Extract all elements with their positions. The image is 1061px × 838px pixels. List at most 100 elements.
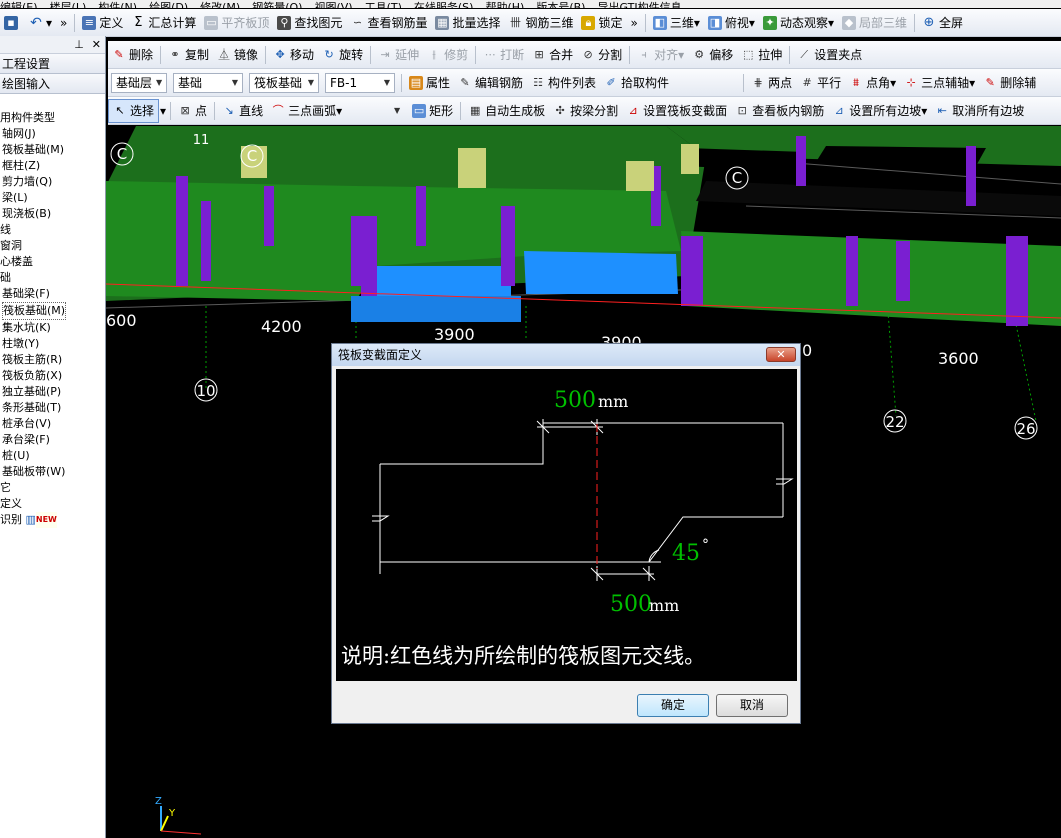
define-button[interactable]: ≡ 定义 <box>78 11 127 35</box>
menu-item[interactable]: 版本号(B) <box>536 2 585 8</box>
tree-item[interactable]: 基础梁(F) <box>0 286 105 302</box>
tree-item[interactable]: 条形基础(T) <box>0 400 105 416</box>
type-select[interactable]: 筏板基础 ▼ <box>249 72 319 93</box>
rotate-button[interactable]: ↻ 旋转 <box>318 43 367 67</box>
delete-button[interactable]: ✎ 删除 <box>108 43 157 67</box>
lock-button[interactable]: 🔒︎ 锁定 <box>577 11 626 35</box>
tree-item[interactable]: 桩(U) <box>0 448 105 464</box>
cancel-all-slope-button[interactable]: ⇤ 取消所有边坡 <box>931 99 1028 123</box>
tree-item[interactable]: 桩承台(V) <box>0 416 105 432</box>
arc-mode-select[interactable]: ▼ <box>349 101 405 121</box>
dynamic-view-button[interactable]: ✦ 动态观察 ▾ <box>759 11 838 35</box>
auto-gen-button[interactable]: ▦ 自动生成板 <box>464 99 549 123</box>
menu-item[interactable]: 构件(N) <box>98 2 137 8</box>
tree-item[interactable]: 定义 <box>0 496 105 512</box>
layer-select[interactable]: 基础层 ▼ <box>111 72 167 93</box>
tree-item[interactable]: 框柱(Z) <box>0 158 105 174</box>
delete-aux-button[interactable]: ✎ 删除辅 <box>979 71 1040 95</box>
tree-item[interactable]: 线 <box>0 222 105 238</box>
menu-item[interactable]: 修改(M) <box>200 2 240 8</box>
move-button[interactable]: ✥ 移动 <box>269 43 318 67</box>
tree-item[interactable]: 筏板基础(M) <box>0 142 105 158</box>
tree-item[interactable]: 用构件类型 <box>0 110 105 126</box>
trim-button[interactable]: ⫲ 修剪 <box>423 43 472 67</box>
cancel-button[interactable]: 取消 <box>716 694 788 717</box>
top-view-button[interactable]: ◨ 俯视 ▾ <box>704 11 759 35</box>
pick-comp-button[interactable]: ✐ 拾取构件 <box>600 71 673 95</box>
select-dropdown[interactable]: ▾ <box>159 99 167 123</box>
undo-icon[interactable]: ↶ ▾ <box>25 11 56 35</box>
tab-draw-input[interactable]: 绘图输入 <box>0 74 105 94</box>
point-angle-button[interactable]: ⩩ 点角 ▾ <box>845 71 900 95</box>
stretch-button[interactable]: ⬚ 拉伸 <box>737 43 786 67</box>
tree-item[interactable]: 集水坑(K) <box>0 320 105 336</box>
menu-item[interactable]: 视图(V) <box>314 2 352 8</box>
menu-item[interactable]: 导出GTJ构件信息 <box>597 2 681 8</box>
rebar-3d-button[interactable]: 卌钢筋三维 <box>504 11 577 35</box>
menu-item[interactable]: 钢筋量(Q) <box>252 2 302 8</box>
offset-button[interactable]: ⚙ 偏移 <box>688 43 737 67</box>
tree-item[interactable]: 础 <box>0 270 105 286</box>
merge-button[interactable]: ⊞ 合并 <box>528 43 577 67</box>
attributes-button[interactable]: ▤ 属性 <box>405 71 454 95</box>
break-button[interactable]: ⋯ 打断 <box>479 43 528 67</box>
close-icon[interactable]: ✕ <box>92 38 101 51</box>
menu-item[interactable]: 编辑(E) <box>0 2 38 8</box>
point-button[interactable]: ⊠ 点 <box>174 99 211 123</box>
pin-icon[interactable]: ⊥ <box>74 38 84 51</box>
sum-calc-button[interactable]: Σ 汇总计算 <box>127 11 200 35</box>
tree-item[interactable]: 筏板负筋(X) <box>0 368 105 384</box>
three-d-button[interactable]: ◧ 三维 ▾ <box>649 11 704 35</box>
fullscreen-button[interactable]: ⊕ 全屏 <box>918 11 967 35</box>
more-icon-2[interactable]: » <box>627 11 642 35</box>
arc3-button[interactable]: ⌒ 三点画弧 ▾ <box>267 99 346 123</box>
set-grip-button[interactable]: ⟋ 设置夹点 <box>793 43 866 67</box>
align-button[interactable]: ⫞ 对齐 ▾ <box>633 43 688 67</box>
parallel-button[interactable]: # 平行 <box>796 71 845 95</box>
element-select[interactable]: FB-1 ▼ <box>325 72 395 93</box>
tree-item[interactable]: 识别 ▥NEW <box>0 512 105 528</box>
menu-item[interactable]: 绘图(D) <box>149 2 188 8</box>
line-button[interactable]: ↘ 直线 <box>218 99 267 123</box>
extend-button[interactable]: ⇥ 延伸 <box>374 43 423 67</box>
category-select[interactable]: 基础 ▼ <box>173 72 243 93</box>
tree-item[interactable]: 心楼盖 <box>0 254 105 270</box>
tree-item[interactable]: 轴网(J) <box>0 126 105 142</box>
menu-item[interactable]: 在线服务(S) <box>414 2 474 8</box>
tree-item[interactable]: 柱墩(Y) <box>0 336 105 352</box>
three-point-aux-button[interactable]: ⊹ 三点辅轴 ▾ <box>900 71 979 95</box>
save-icon[interactable]: ▪ <box>0 11 25 35</box>
tree-item[interactable]: 筏板基础(M) <box>0 302 105 320</box>
find-elem-button[interactable]: ⚲ 查找图元 <box>273 11 346 35</box>
mirror-button[interactable]: ⏅ 镜像 <box>213 43 262 67</box>
view-rebar-button[interactable]: ∽ 查看钢筋量 <box>346 11 431 35</box>
menu-item[interactable]: 帮助(H) <box>485 2 524 8</box>
tree-item[interactable]: 它 <box>0 480 105 496</box>
rect-button[interactable]: ▭ 矩形 <box>408 99 457 123</box>
two-points-button[interactable]: ⋕ 两点 <box>747 71 796 95</box>
tree-item[interactable]: 承台梁(F) <box>0 432 105 448</box>
tree-item[interactable]: 基础板带(W) <box>0 464 105 480</box>
menu-item[interactable]: 工具(T) <box>365 2 402 8</box>
more-icon[interactable]: » <box>56 11 71 35</box>
batch-select-button[interactable]: ▦ 批量选择 <box>431 11 504 35</box>
split-button[interactable]: ⊘ 分割 <box>577 43 626 67</box>
tree-item[interactable]: 梁(L) <box>0 190 105 206</box>
menu-item[interactable]: 楼层(L) <box>50 2 87 8</box>
tree-item[interactable]: 窗洞 <box>0 238 105 254</box>
ok-button[interactable]: 确定 <box>637 694 709 717</box>
set-section-button[interactable]: ⊿ 设置筏板变截面 <box>622 99 731 123</box>
local-3d-button[interactable]: ◆ 局部三维 <box>838 11 911 35</box>
select-button[interactable]: ↖ 选择 <box>108 98 160 123</box>
comp-list-button[interactable]: ☷ 构件列表 <box>527 71 600 95</box>
tree-item[interactable]: 独立基础(P) <box>0 384 105 400</box>
close-button[interactable]: ✕ <box>766 347 796 362</box>
copy-button[interactable]: ⚭ 复制 <box>164 43 213 67</box>
tree-item[interactable]: 筏板主筋(R) <box>0 352 105 368</box>
dialog-titlebar[interactable]: 筏板变截面定义 ✕ <box>332 344 800 366</box>
view-rebar-in-button[interactable]: ⊡ 查看板内钢筋 <box>731 99 828 123</box>
tab-project-settings[interactable]: 工程设置 <box>0 54 105 74</box>
edit-rebar-button[interactable]: ✎ 编辑钢筋 <box>454 71 527 95</box>
tree-item[interactable]: 现浇板(B) <box>0 206 105 222</box>
tree-item[interactable]: 剪力墙(Q) <box>0 174 105 190</box>
